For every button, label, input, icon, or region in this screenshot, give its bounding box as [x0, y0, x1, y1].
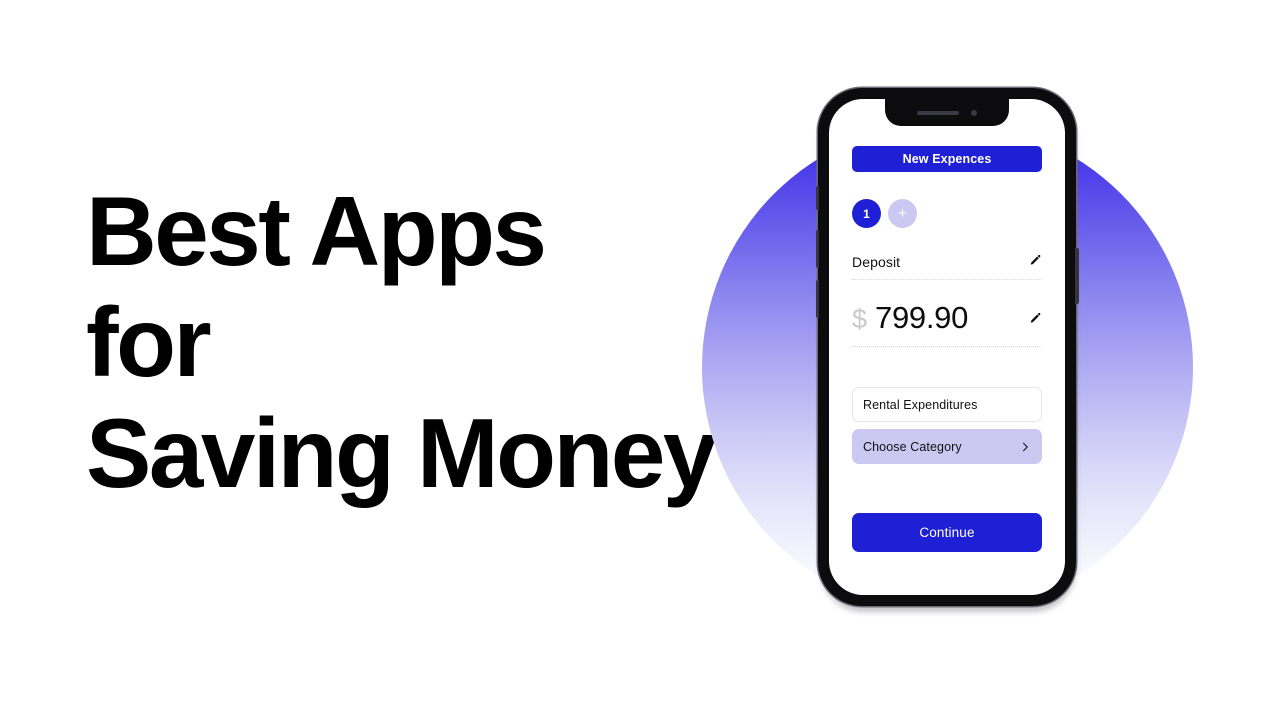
amount-field-row[interactable]: $ 799.90	[852, 300, 1042, 347]
expense-app-screen: New Expences 1 + Deposit $ 799.90 Rental…	[829, 99, 1065, 595]
mute-switch[interactable]	[815, 186, 819, 210]
currency-symbol: $	[852, 304, 868, 334]
power-button[interactable]	[1075, 248, 1079, 304]
add-step-button[interactable]: +	[888, 199, 917, 228]
choose-category-label: Choose Category	[863, 439, 962, 454]
front-camera-icon	[971, 109, 977, 116]
phone-mockup: New Expences 1 + Deposit $ 799.90 Rental…	[815, 88, 1079, 612]
choose-category-button[interactable]: Choose Category	[852, 429, 1042, 464]
deposit-field-row[interactable]: Deposit	[852, 254, 1042, 280]
new-expences-button[interactable]: New Expences	[852, 146, 1042, 172]
phone-notch	[885, 99, 1009, 126]
volume-up-button[interactable]	[815, 280, 819, 318]
page-title: Best Apps for Saving Money	[86, 176, 717, 508]
speaker-grille-icon	[917, 110, 959, 115]
slide-canvas: Best Apps for Saving Money New Expences …	[0, 0, 1280, 720]
chevron-right-icon	[1019, 441, 1031, 453]
volume-down-button[interactable]	[815, 230, 819, 268]
pencil-icon[interactable]	[1029, 254, 1042, 267]
amount-value: 799.90	[875, 300, 969, 335]
deposit-label: Deposit	[852, 254, 901, 270]
amount-group: $ 799.90	[852, 300, 968, 336]
pencil-icon[interactable]	[1029, 312, 1042, 325]
continue-button[interactable]: Continue	[852, 513, 1042, 552]
step-indicator: 1 +	[852, 199, 1042, 228]
phone-screen: New Expences 1 + Deposit $ 799.90 Rental…	[829, 99, 1065, 595]
phone-frame: New Expences 1 + Deposit $ 799.90 Rental…	[815, 88, 1079, 606]
step-dot-1[interactable]: 1	[852, 199, 881, 228]
expense-name-input[interactable]	[852, 387, 1042, 422]
